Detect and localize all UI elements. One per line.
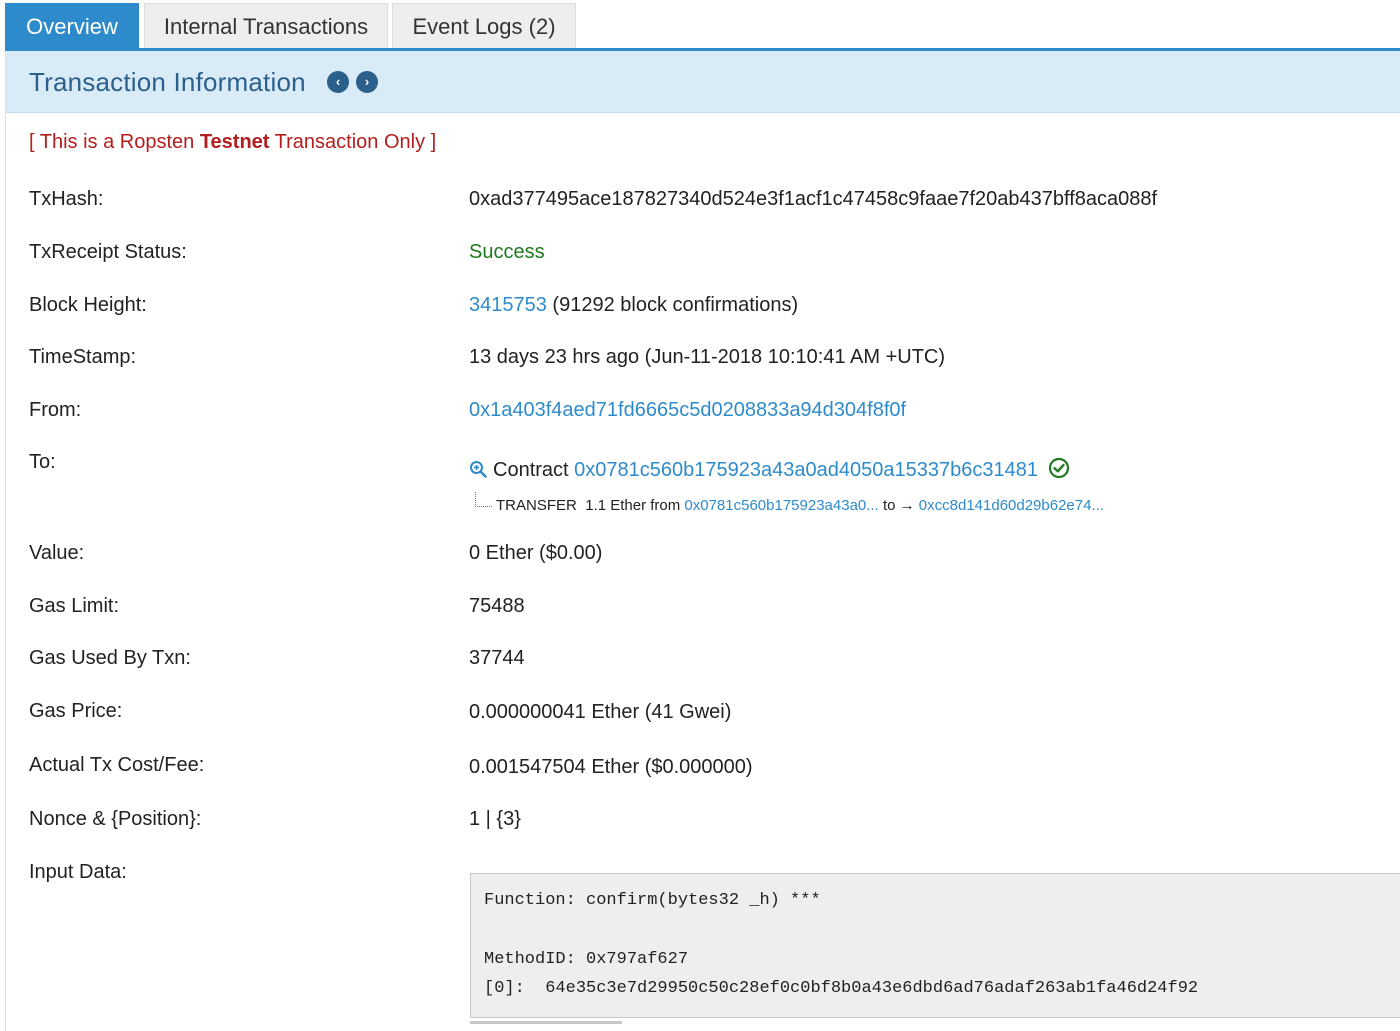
tx-cost-label: Actual Tx Cost/Fee: [29,754,205,776]
internal-transfer-line: TRANSFER 1.1 Ether from 0x0781c560b17592… [469,492,1104,514]
input-scrollbar[interactable] [470,1021,622,1024]
transfer-type: TRANSFER [496,497,577,514]
panel-header: Transaction Information ‹ › [6,51,1400,113]
tab-overview[interactable]: Overview [5,3,139,48]
transfer-to-link[interactable]: 0xcc8d141d60d29b62e74... [919,497,1104,514]
panel-title: Transaction Information [29,67,306,97]
input-method-line: MethodID: 0x797af627 [484,950,689,969]
block-height-label: Block Height: [29,294,147,316]
testnet-notice: [ This is a Ropsten Testnet Transaction … [29,131,437,153]
status-label: TxReceipt Status: [29,241,187,263]
value-label: Value: [29,542,85,564]
nonce-value: 1 | {3} [469,808,521,830]
tree-connector [475,492,492,507]
transfer-amount: 1.1 Ether from [585,497,681,514]
gas-limit-value: 75488 [469,595,525,617]
gas-used-value: 37744 [469,647,525,669]
chevron-right-circle-icon[interactable]: › [356,71,378,93]
to-value: Contract 0x0781c560b175923a43a0ad4050a15… [469,457,1070,482]
from-label: From: [29,399,82,421]
txhash-label: TxHash: [29,188,104,210]
to-label: To: [29,451,56,473]
contract-address-link[interactable]: 0x0781c560b175923a43a0ad4050a15337b6c314… [574,459,1038,481]
gas-used-label: Gas Used By Txn: [29,647,191,669]
contract-word: Contract [493,459,569,481]
verified-check-icon [1048,457,1070,479]
search-plus-icon[interactable] [469,460,487,478]
chevron-left-circle-icon[interactable]: ‹ [327,71,349,93]
timestamp-value: 13 days 23 hrs ago (Jun-11-2018 10:10:41… [469,346,946,368]
tx-cost-value: 0.001547504 Ether ($0.000000) [469,756,753,778]
block-height-value: 3415753 (91292 block confirmations) [469,294,799,316]
tab-internal-transactions[interactable]: Internal Transactions [144,3,388,48]
value-value: 0 Ether ($0.00) [469,542,603,564]
tab-event-logs[interactable]: Event Logs (2) [392,3,576,48]
gas-price-label: Gas Price: [29,700,123,722]
input-param-line: [0]: 64e35c3e7d29950c50c28ef0c0bf8b0a43e… [484,979,1199,998]
from-address-link[interactable]: 0x1a403f4aed71fd6665c5d0208833a94d304f8f… [469,399,906,422]
gas-limit-label: Gas Limit: [29,595,120,617]
input-data-label: Input Data: [29,861,127,883]
tab-bar: Overview Internal Transactions Event Log… [0,0,1400,51]
input-data-box[interactable]: Function: confirm(bytes32 _h) *** Method… [470,873,1400,1018]
input-function-line: Function: confirm(bytes32 _h) *** [484,891,821,910]
transfer-to-word: to → [882,497,915,514]
nonce-label: Nonce & {Position}: [29,808,202,830]
transaction-panel: Transaction Information ‹ › [ This is a … [5,51,1400,1031]
txhash-value: 0xad377495ace187827340d524e3f1acf1c47458… [469,188,1158,210]
block-link[interactable]: 3415753 [469,294,547,316]
gas-price-value: 0.000000041 Ether (41 Gwei) [469,701,732,723]
timestamp-label: TimeStamp: [29,346,137,368]
status-value: Success [469,241,545,263]
transfer-from-link[interactable]: 0x0781c560b175923a43a0... [684,497,878,514]
